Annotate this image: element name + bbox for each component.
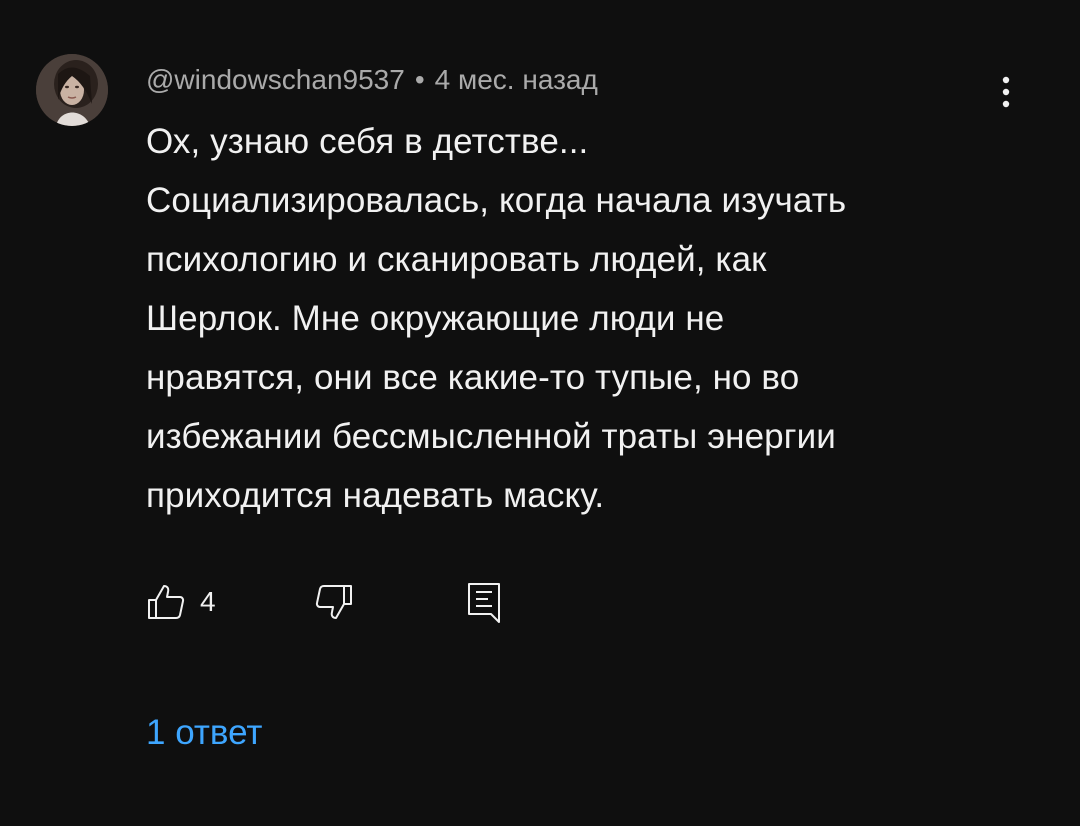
dislike-button[interactable] [314, 578, 354, 626]
comment-thread: @windowschan9537 • 4 мес. назад Ох, узнаю … [0, 0, 1080, 826]
comment-time: 4 мес. назад [434, 64, 598, 95]
comment-text-line: приходится надевать маску. [146, 476, 605, 515]
view-replies-button[interactable]: 1 ответ [146, 710, 262, 756]
comment-text-line: Шерлок. Мне окружающие люди не [146, 299, 725, 338]
avatar-image [36, 54, 108, 126]
comment-meta: @windowschan9537 • 4 мес. назад [146, 62, 598, 98]
reply-comment-icon [468, 583, 500, 623]
comment-menu-button[interactable] [986, 68, 1026, 116]
thumbs-up-icon [148, 585, 185, 619]
meta-separator: • [414, 64, 425, 95]
comment-text-line: избежании бессмысленной траты энергии [146, 417, 836, 456]
avatar[interactable] [36, 54, 108, 126]
like-button[interactable]: 4 [146, 578, 216, 626]
comment-text-line: Ох, узнаю себя в детстве... [146, 122, 589, 161]
more-vertical-icon [1002, 76, 1010, 108]
comment-text-line: психологию и сканировать людей, как [146, 240, 767, 279]
comment-text-line: Социализировалась, когда начала изучать [146, 181, 847, 220]
comment-text-line: нравятся, они все какие-то тупые, но во [146, 358, 800, 397]
comment-text: Ох, узнаю себя в детстве... Социализиров… [146, 112, 1026, 525]
author-name[interactable]: @windowschan9537 [146, 64, 405, 95]
like-count: 4 [200, 586, 216, 617]
reply-button[interactable] [464, 578, 504, 626]
thumbs-down-icon [315, 585, 352, 619]
